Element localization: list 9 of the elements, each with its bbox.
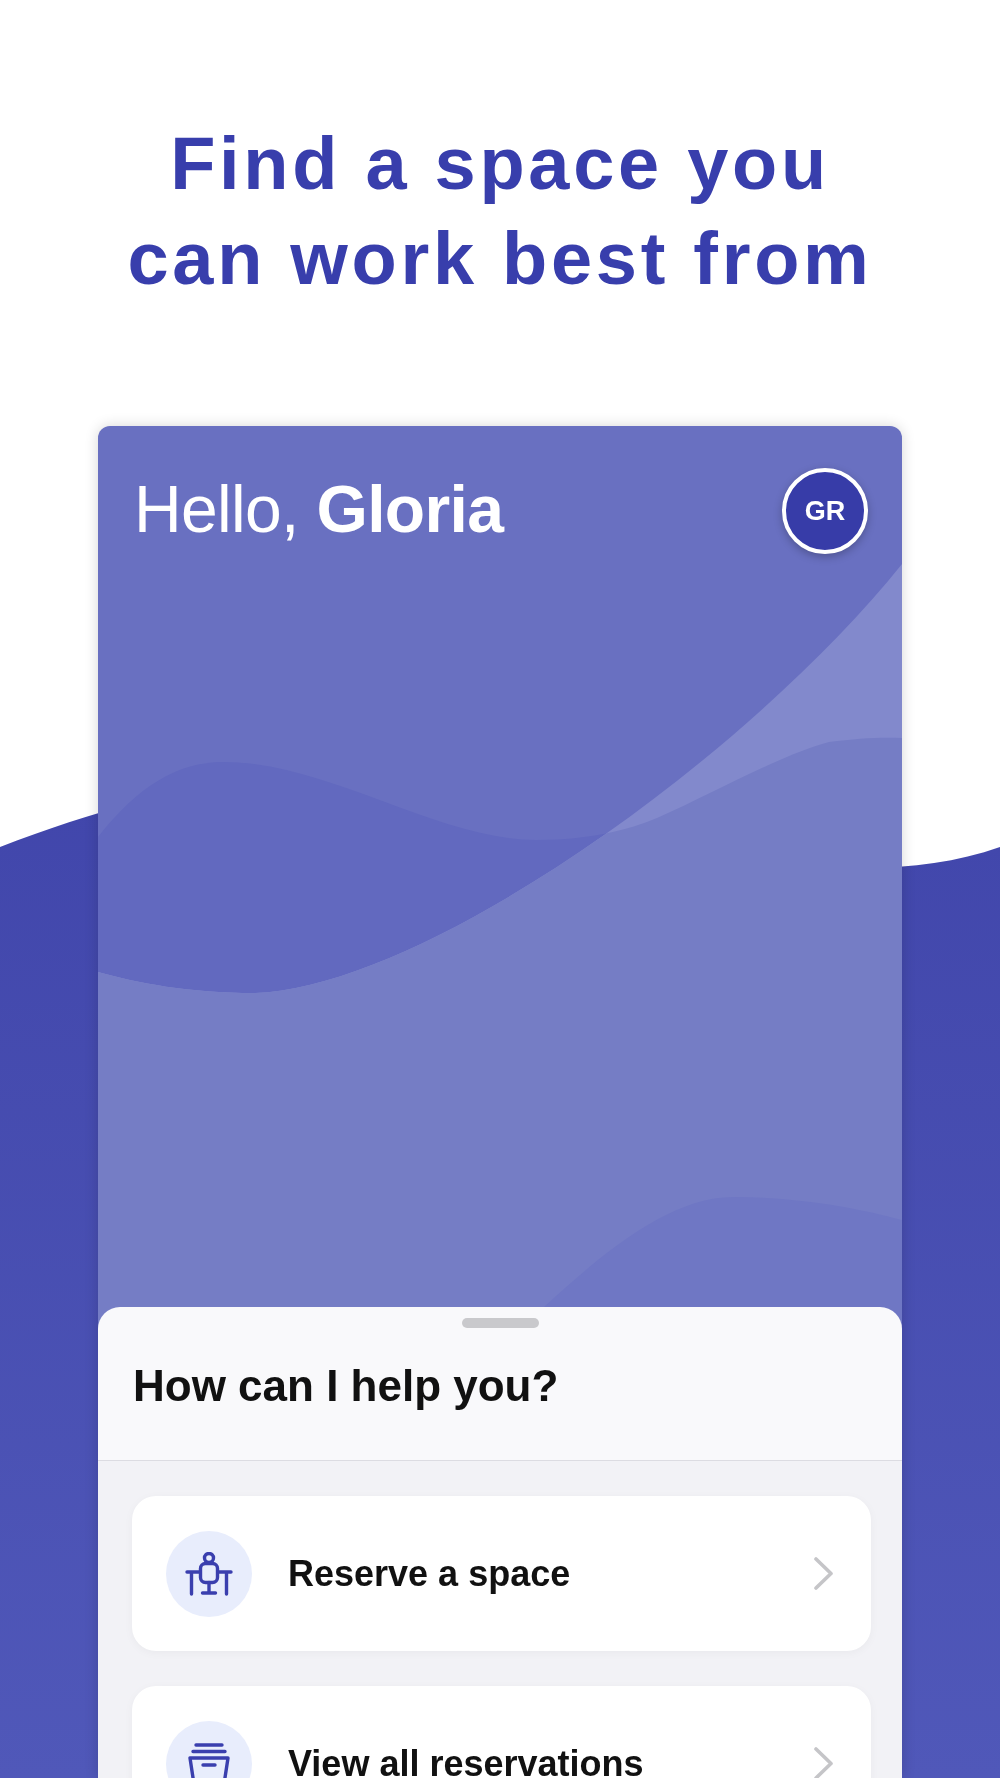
profile-avatar[interactable]: GR <box>782 468 868 554</box>
chevron-right-icon <box>814 1747 833 1778</box>
chevron-right-icon <box>814 1557 833 1590</box>
sheet-title: How can I help you? <box>133 1364 559 1408</box>
drag-handle[interactable] <box>461 1318 539 1328</box>
greeting: Hello, Gloria <box>134 475 504 543</box>
headline: Find a space you can work best from <box>126 121 874 302</box>
action-list-item[interactable]: View all reservations <box>132 1686 871 1778</box>
action-list-item[interactable]: Reserve a space <box>132 1496 871 1651</box>
